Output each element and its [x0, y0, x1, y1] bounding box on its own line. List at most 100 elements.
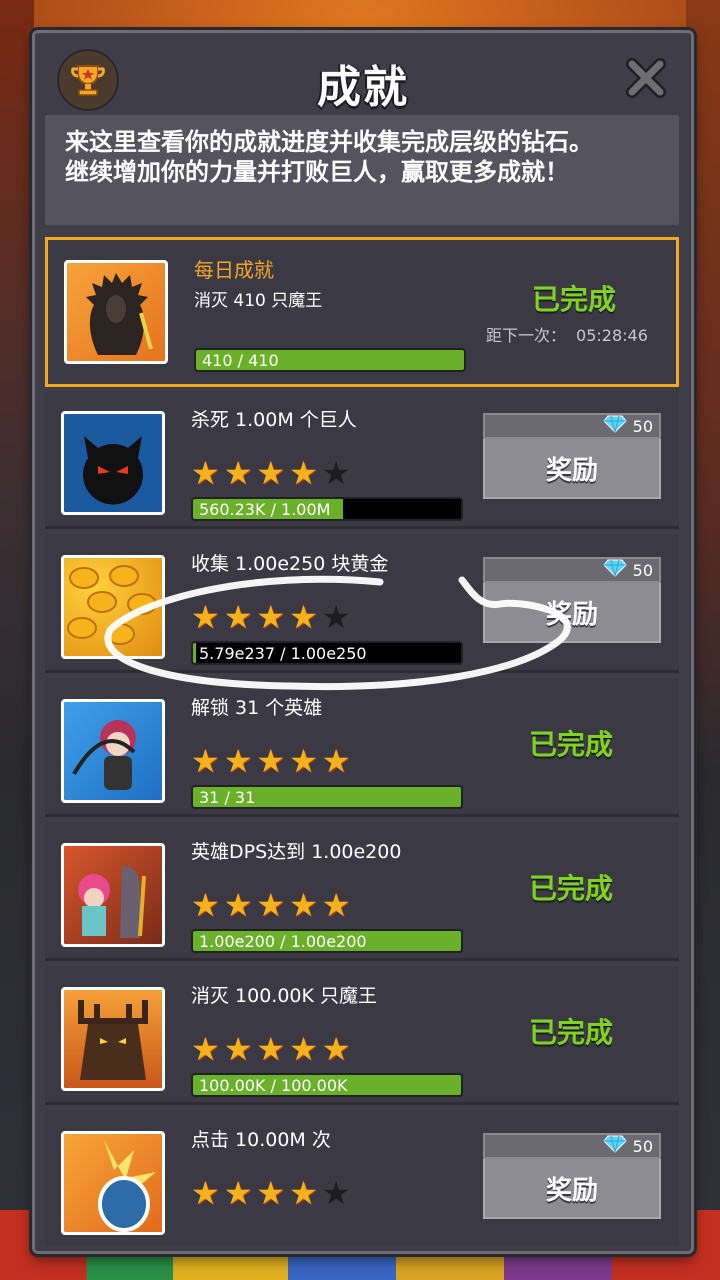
background-left-edge — [0, 0, 34, 1280]
progress-label: 100.00K / 100.00K — [199, 1076, 348, 1095]
achievement-item: 点击 10.00M 次 ★ ★ ★ ★ ★ 50 奖励 — [45, 1111, 679, 1245]
progress-bar: 560.23K / 1.00M — [191, 497, 463, 521]
star-filled-icon: ★ — [191, 1174, 220, 1212]
star-filled-icon: ★ — [256, 454, 286, 492]
star-filled-icon: ★ — [256, 742, 286, 780]
star-filled-icon: ★ — [321, 742, 351, 780]
progress-bar: 1.00e200 / 1.00e200 — [191, 929, 463, 953]
daily-subtitle: 消灭 410 只魔王 — [194, 291, 323, 311]
star-filled-icon: ★ — [191, 742, 220, 780]
star-filled-icon: ★ — [191, 598, 220, 636]
achievement-item: 解锁 31 个英雄 ★ ★ ★ ★ ★ 31 / 31 已完成 — [45, 679, 679, 817]
star-filled-icon: ★ — [191, 886, 220, 924]
star-filled-icon: ★ — [289, 1030, 318, 1068]
diamond-icon — [602, 559, 627, 581]
achievement-name: 英雄DPS达到 1.00e200 — [191, 841, 402, 863]
progress-label: 1.00e200 / 1.00e200 — [199, 932, 367, 951]
description-line-1: 来这里查看你的成就进度并收集完成层级的钻石。 — [65, 128, 593, 156]
star-empty-icon: ★ — [321, 598, 351, 636]
star-filled-icon: ★ — [289, 1174, 318, 1212]
achievement-item: 英雄DPS达到 1.00e200 ★ ★ ★ ★ ★ 1.00e200 / 1.00e2… — [45, 823, 679, 961]
achievement-name: 消灭 100.00K 只魔王 — [191, 985, 378, 1007]
star-rating: ★ ★ ★ ★ ★ — [191, 1033, 350, 1065]
next-time: 05:28:46 — [576, 326, 648, 345]
next-label: 距下一次： — [486, 326, 567, 345]
tap-thumbnail — [61, 1131, 165, 1235]
reward-gem-count: 50 — [632, 560, 653, 580]
close-button[interactable] — [623, 55, 669, 101]
achievement-list[interactable]: 每日成就 消灭 410 只魔王 410 / 410 已完成 距下一次： 05:28… — [45, 237, 679, 1245]
achievement-item: 收集 1.00e250 块黄金 ★ ★ ★ ★ ★ 5.79e237 / 1.00e25… — [45, 535, 679, 673]
description-box: 来这里查看你的成就进度并收集完成层级的钻石。 继续增加你的力量并打败巨人，赢取更… — [45, 115, 679, 225]
daily-progress-bar: 410 / 410 — [194, 348, 466, 372]
progress-label: 560.23K / 1.00M — [199, 500, 331, 519]
achievement-item: 杀死 1.00M 个巨人 ★ ★ ★ ★ ★ 560.23K / 1.00M 50 奖励 — [45, 391, 679, 529]
claim-reward-button[interactable]: 奖励 — [483, 1159, 661, 1219]
star-filled-icon: ★ — [223, 598, 253, 636]
panel-header: 成就 — [35, 33, 691, 115]
giant-thumbnail — [61, 411, 165, 515]
star-rating: ★ ★ ★ ★ ★ — [191, 1177, 350, 1209]
star-filled-icon: ★ — [223, 886, 253, 924]
achievement-item: 消灭 100.00K 只魔王 ★ ★ ★ ★ ★ 100.00K / 100.00K 已… — [45, 967, 679, 1105]
star-rating: ★ ★ ★ ★ ★ — [191, 889, 350, 921]
reward-box: 50 奖励 — [483, 413, 661, 501]
star-filled-icon: ★ — [223, 1174, 253, 1212]
reward-box: 50 奖励 — [483, 557, 661, 645]
description-line-2: 继续增加你的力量并打败巨人，赢取更多成就！ — [65, 158, 569, 186]
star-empty-icon: ★ — [321, 454, 351, 492]
reward-amount: 50 — [483, 1133, 661, 1159]
star-filled-icon: ★ — [256, 1030, 286, 1068]
demon-lord-thumbnail — [64, 260, 168, 364]
star-filled-icon: ★ — [289, 742, 318, 780]
achievements-panel: 成就 来这里查看你的成就进度并收集完成层级的钻石。 继续增加你的力量并打败巨人，… — [32, 30, 694, 1254]
reward-amount: 50 — [483, 557, 661, 583]
star-empty-icon: ★ — [321, 1174, 351, 1212]
gold-coins-thumbnail — [61, 555, 165, 659]
progress-label: 5.79e237 / 1.00e250 — [199, 644, 367, 663]
antlered-demon-thumbnail — [61, 987, 165, 1091]
claim-reward-button[interactable]: 奖励 — [483, 583, 661, 643]
star-filled-icon: ★ — [223, 1030, 253, 1068]
reward-gem-count: 50 — [632, 1136, 653, 1156]
archer-hero-thumbnail — [61, 699, 165, 803]
reward-box: 50 奖励 — [483, 1133, 661, 1221]
achievement-name: 收集 1.00e250 块黄金 — [191, 553, 389, 575]
star-filled-icon: ★ — [223, 454, 253, 492]
star-filled-icon: ★ — [223, 742, 253, 780]
star-filled-icon: ★ — [289, 886, 318, 924]
star-filled-icon: ★ — [256, 1174, 286, 1212]
daily-progress-label: 410 / 410 — [202, 351, 279, 370]
completed-status: 已完成 — [529, 728, 614, 761]
claim-reward-button[interactable]: 奖励 — [483, 439, 661, 499]
star-filled-icon: ★ — [289, 454, 318, 492]
daily-achievement: 每日成就 消灭 410 只魔王 410 / 410 已完成 距下一次： 05:28… — [45, 237, 679, 387]
reward-amount: 50 — [483, 413, 661, 439]
completed-status: 已完成 — [529, 872, 614, 905]
diamond-icon — [602, 1135, 627, 1157]
star-filled-icon: ★ — [321, 886, 351, 924]
progress-label: 31 / 31 — [199, 788, 256, 807]
next-daily-timer: 距下一次： 05:28:46 — [486, 322, 648, 346]
star-filled-icon: ★ — [256, 598, 286, 636]
star-filled-icon: ★ — [321, 1030, 351, 1068]
progress-bar: 31 / 31 — [191, 785, 463, 809]
progress-bar: 5.79e237 / 1.00e250 — [191, 641, 463, 665]
reward-gem-count: 50 — [632, 416, 653, 436]
daily-status: 已完成 — [532, 283, 617, 316]
star-rating: ★ ★ ★ ★ ★ — [191, 601, 350, 633]
daily-title: 每日成就 — [194, 258, 274, 282]
star-filled-icon: ★ — [256, 886, 286, 924]
completed-status: 已完成 — [529, 1016, 614, 1049]
achievement-name: 杀死 1.00M 个巨人 — [191, 409, 357, 431]
star-filled-icon: ★ — [191, 1030, 220, 1068]
star-filled-icon: ★ — [191, 454, 220, 492]
achievement-name: 点击 10.00M 次 — [191, 1129, 331, 1151]
diamond-icon — [602, 415, 627, 437]
star-filled-icon: ★ — [289, 598, 318, 636]
star-rating: ★ ★ ★ ★ ★ — [191, 457, 350, 489]
page-title: 成就 — [317, 62, 409, 113]
heroes-dps-thumbnail — [61, 843, 165, 947]
close-icon — [626, 58, 666, 98]
achievement-name: 解锁 31 个英雄 — [191, 697, 323, 719]
